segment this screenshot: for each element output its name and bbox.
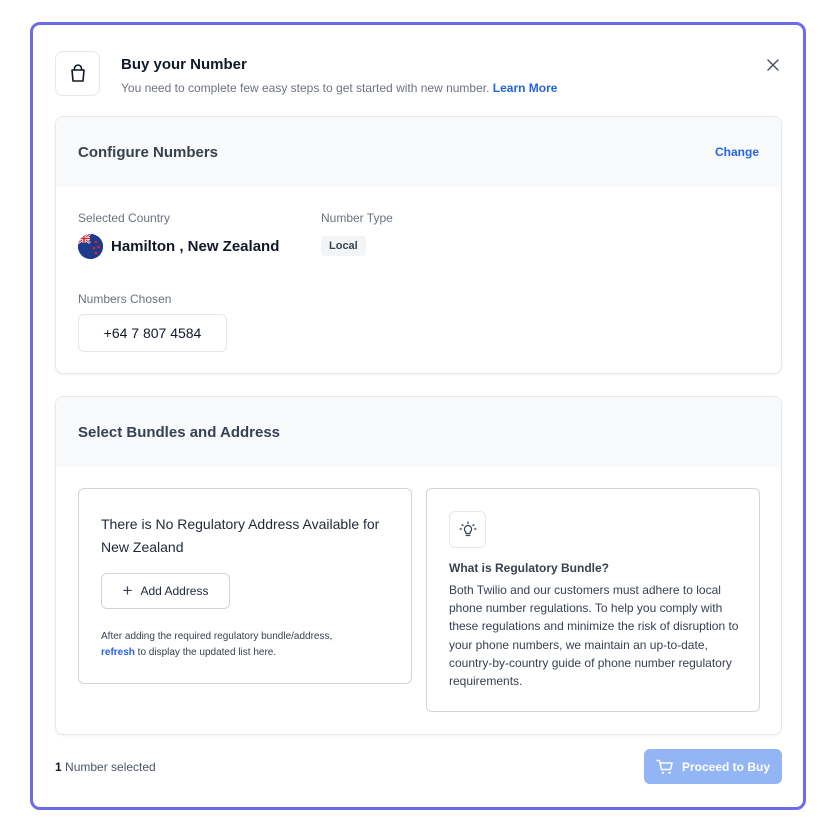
learn-more-link[interactable]: Learn More <box>493 81 558 95</box>
configure-numbers-card: Configure Numbers Change Selected Countr… <box>55 116 782 374</box>
regulatory-info-title: What is Regulatory Bundle? <box>449 561 610 575</box>
numbers-chosen-label: Numbers Chosen <box>78 292 172 306</box>
chosen-number-chip: +64 7 807 4584 <box>78 314 227 352</box>
subtitle-text: You need to complete few easy steps to g… <box>121 81 490 95</box>
refresh-link[interactable]: refresh <box>101 647 135 658</box>
lightbulb-icon <box>449 511 486 548</box>
add-address-label: Add Address <box>140 584 209 598</box>
proceed-to-buy-label: Proceed to Buy <box>681 759 771 774</box>
no-address-box: There is No Regulatory Address Available… <box>78 488 412 684</box>
modal-title: Buy your Number <box>121 56 247 73</box>
number-type-badge: Local <box>321 236 366 256</box>
new-zealand-flag-icon <box>78 234 103 259</box>
change-link[interactable]: Change <box>715 145 759 159</box>
proceed-to-buy-button[interactable]: Proceed to Buy <box>644 749 782 784</box>
shopping-bag-icon <box>55 51 100 96</box>
selected-country: Hamilton , New Zealand <box>78 234 279 259</box>
close-icon <box>767 59 779 71</box>
helper-text: After adding the required regulatory bun… <box>101 629 391 661</box>
modal-header: Buy your Number You need to complete few… <box>55 51 781 99</box>
number-type-label: Number Type <box>321 211 393 225</box>
modal-subtitle: You need to complete few easy steps to g… <box>121 81 557 95</box>
plus-icon: + <box>122 581 133 600</box>
configure-card-header: Configure Numbers Change <box>56 117 781 187</box>
selected-count-value: 1 <box>55 760 62 774</box>
selected-count-suffix: Number selected <box>61 760 156 774</box>
regulatory-info-body: Both Twilio and our customers must adher… <box>449 583 739 689</box>
helper-text-end: to display the updated list here. <box>134 647 277 658</box>
bundles-address-card: Select Bundles and Address There is No R… <box>55 396 782 735</box>
numbers-selected-count: 1 Number selected <box>55 760 156 774</box>
configure-title: Configure Numbers <box>78 143 219 161</box>
regulatory-info-box: What is Regulatory Bundle? Both Twilio a… <box>426 488 760 712</box>
no-address-title: There is No Regulatory Address Available… <box>101 516 380 555</box>
selected-country-label: Selected Country <box>78 211 171 225</box>
bundles-title: Select Bundles and Address <box>78 423 281 441</box>
bundles-card-header: Select Bundles and Address <box>56 397 781 467</box>
add-address-button[interactable]: + Add Address <box>101 573 230 609</box>
country-name: Hamilton , New Zealand <box>111 238 280 255</box>
buy-number-modal: Buy your Number You need to complete few… <box>30 22 806 810</box>
helper-text-start: After adding the required regulatory bun… <box>101 631 333 642</box>
close-button[interactable] <box>759 51 787 79</box>
cart-icon <box>656 759 673 774</box>
